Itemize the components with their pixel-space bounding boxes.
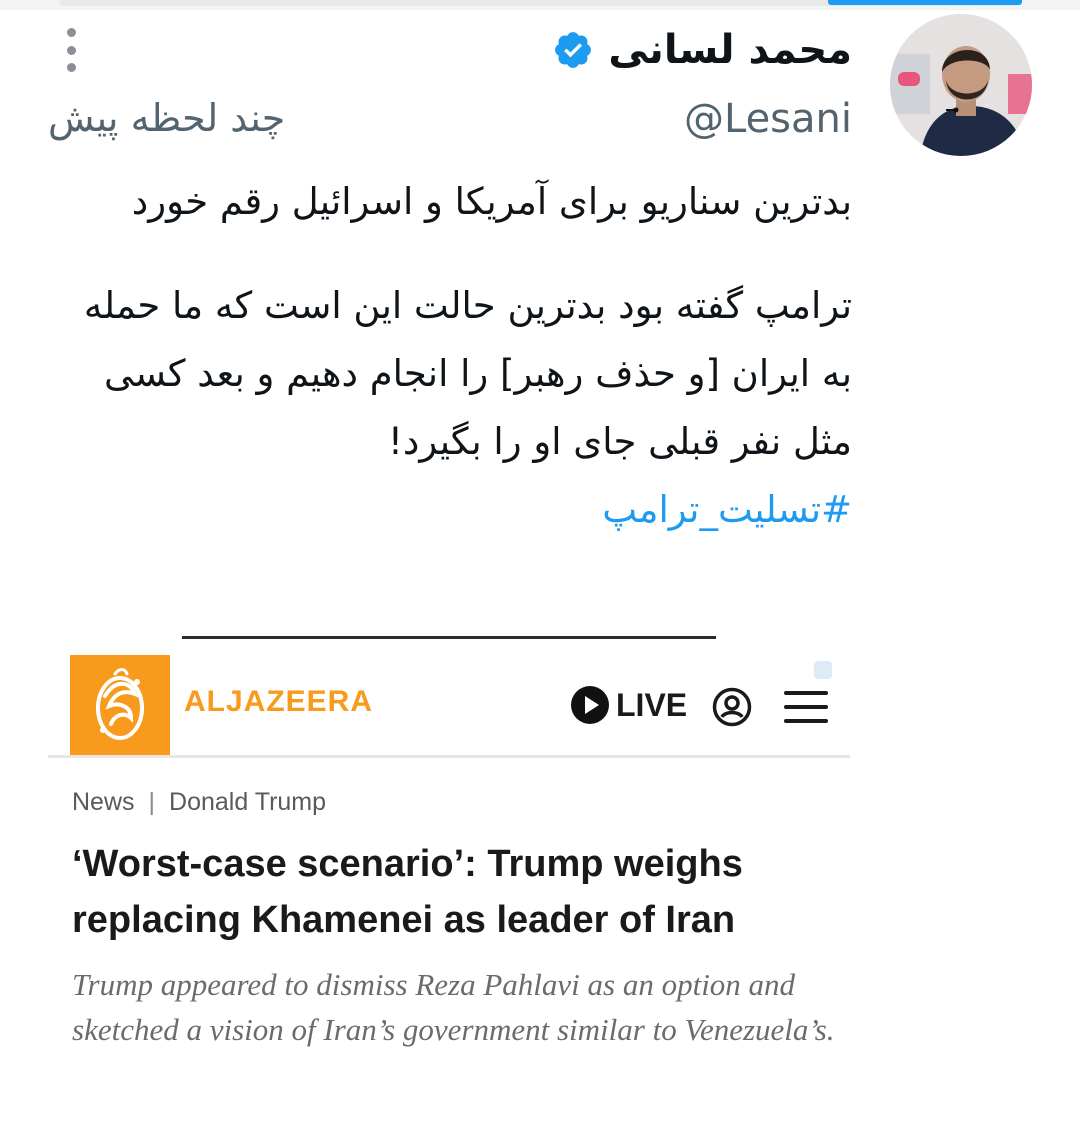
avatar[interactable] [890,14,1032,156]
more-dot [66,28,76,37]
accent-bar [828,0,1022,5]
top-strip [0,0,1080,10]
more-dot [66,45,76,55]
menu-icon[interactable] [784,691,828,723]
aljazeera-wordmark[interactable]: ALJAZEERA [184,685,373,719]
breadcrumb-section[interactable]: News [72,788,135,817]
author-handle[interactable]: @Lesani [684,96,852,142]
corner-mark-icon [814,661,832,679]
aljazeera-logo-icon[interactable] [70,655,170,755]
author-name[interactable]: محمد لسانی [608,27,852,73]
tweet-paragraph: ترامپ گفته بود بدترین حالت این است که ما… [83,284,852,463]
aljazeera-calligraphy-icon [96,668,144,740]
article-summary: Trump appeared to dismiss Reza Pahlavi a… [72,967,835,1047]
embed-top-rule [182,636,716,639]
timestamp[interactable]: چند لحظه پیش [48,96,285,140]
menu-line [784,705,828,709]
breadcrumb-separator: | [148,788,156,816]
live-label: LIVE [616,686,688,723]
user-icon[interactable] [712,687,752,727]
avatar-photo [890,14,1032,156]
play-icon [571,686,609,724]
hashtag-link[interactable]: #تسلیت_ترامپ [602,488,852,531]
more-vertical-icon[interactable] [56,28,86,72]
live-button[interactable]: LIVE [570,685,687,725]
verified-badge-icon [555,32,592,68]
header-divider [48,755,850,758]
more-dot [66,63,76,72]
menu-line [784,719,828,723]
breadcrumb: News | Donald Trump [72,788,326,817]
menu-line [784,691,828,695]
author-row[interactable]: محمد لسانی [552,20,852,80]
tweet-paragraph: بدترین سناریو برای آمریکا و اسرائیل رقم … [131,180,852,223]
tweet-text: بدترین سناریو برای آمریکا و اسرائیل رقم … [52,168,852,544]
aljazeera-header: ALJAZEERA LIVE [48,655,850,755]
breadcrumb-topic[interactable]: Donald Trump [169,788,326,817]
article-headline[interactable]: ‘Worst-case scenario’: Trump weighs repl… [72,836,832,948]
